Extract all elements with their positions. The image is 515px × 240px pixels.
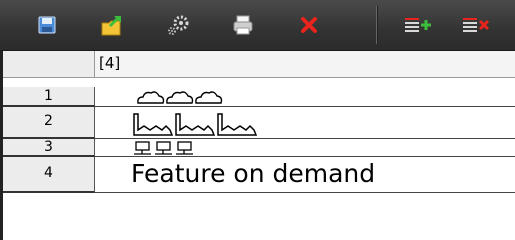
header-row: [4] (3, 51, 515, 78)
row-header[interactable]: 3 (3, 139, 95, 157)
add-row-button[interactable] (404, 10, 434, 40)
select-all-corner[interactable] (3, 51, 95, 78)
floppy-disk-icon (38, 16, 56, 34)
row-cell[interactable] (95, 107, 515, 139)
table-row-2[interactable]: 2 (3, 107, 515, 139)
row-header[interactable]: 2 (3, 107, 95, 139)
print-button[interactable] (228, 10, 258, 40)
delete-row-button[interactable] (462, 10, 492, 40)
row-header[interactable]: 4 (3, 157, 95, 193)
printer-icon (233, 15, 253, 35)
row-cell[interactable] (95, 139, 515, 157)
save-button[interactable] (32, 10, 62, 40)
cloud-glyphs-icon (137, 91, 223, 104)
computer-glyphs-icon (134, 141, 193, 155)
table-row-3[interactable]: 3 (3, 139, 515, 157)
export-button[interactable] (98, 10, 128, 40)
feature-text: Feature on demand (131, 159, 376, 188)
toolbar-separator (376, 6, 377, 44)
factory-glyphs-icon (133, 113, 258, 136)
toolbar (0, 0, 515, 51)
column-header[interactable]: [4] (95, 51, 515, 78)
folder-arrow-icon (101, 16, 121, 36)
red-x-icon (301, 17, 317, 33)
list-x-icon (463, 18, 490, 32)
row-cell[interactable] (95, 87, 515, 107)
list-plus-icon (405, 18, 431, 32)
grid: [4] 1 2 3 4 Feature on demand (0, 51, 515, 240)
delete-button[interactable] (294, 10, 324, 40)
row-header[interactable]: 1 (3, 87, 95, 107)
settings-button[interactable] (162, 10, 192, 40)
row-cell[interactable]: Feature on demand (95, 157, 515, 193)
gears-icon (168, 15, 189, 35)
table-row-1[interactable]: 1 (3, 87, 515, 107)
table-row-4[interactable]: 4 Feature on demand (3, 157, 515, 193)
